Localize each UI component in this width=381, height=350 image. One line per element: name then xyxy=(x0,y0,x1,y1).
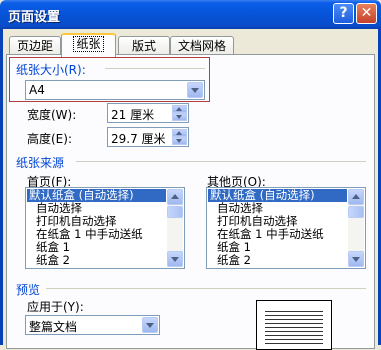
width-label: 宽度(W): xyxy=(27,108,77,122)
divider xyxy=(105,68,205,69)
spin-up-icon[interactable] xyxy=(172,105,187,113)
width-value: 21 厘米 xyxy=(111,108,155,122)
scrollbar[interactable] xyxy=(348,189,364,267)
scroll-up-icon[interactable] xyxy=(348,189,364,205)
first-page-list[interactable]: 默认纸盒 (自动选择) 自动选择 打印机自动选择 在纸盒 1 中手动送纸 纸盒 … xyxy=(25,187,185,269)
scroll-thumb[interactable] xyxy=(348,206,364,218)
spin-down-icon[interactable] xyxy=(172,137,187,145)
preview-line xyxy=(265,339,323,340)
width-spinner[interactable]: 21 厘米 xyxy=(107,103,189,123)
list-item[interactable]: 纸盒 2 xyxy=(27,254,166,267)
height-value: 29.7 厘米 xyxy=(111,132,166,146)
height-label: 高度(E): xyxy=(27,132,72,146)
tab-margins[interactable]: 页边距 xyxy=(9,36,61,55)
apply-to-label: 应用于(Y): xyxy=(27,300,84,314)
preview-line xyxy=(265,315,323,316)
paper-size-select[interactable]: A4 xyxy=(25,80,205,100)
preview-line xyxy=(265,311,323,312)
tab-label: 版式 xyxy=(131,39,156,53)
spin-down-icon[interactable] xyxy=(172,113,187,121)
close-button[interactable]: ✕ xyxy=(356,3,377,24)
help-button[interactable]: ? xyxy=(333,3,354,24)
divider xyxy=(46,288,366,289)
apply-to-select[interactable]: 整篇文档 xyxy=(25,315,160,335)
tab-label: 文档网格 xyxy=(177,39,226,53)
preview-line xyxy=(265,323,323,324)
apply-to-value: 整篇文档 xyxy=(29,320,78,334)
preview-line xyxy=(265,343,323,344)
paper-size-label: 纸张大小(R): xyxy=(16,63,86,77)
paper-source-label: 纸张来源 xyxy=(16,156,65,170)
other-pages-list[interactable]: 默认纸盒 (自动选择) 自动选择 打印机自动选择 在纸盒 1 中手动送纸 纸盒 … xyxy=(206,187,366,269)
divider xyxy=(76,161,366,162)
scroll-up-icon[interactable] xyxy=(167,189,183,205)
close-icon: ✕ xyxy=(360,5,373,21)
paper-size-value: A4 xyxy=(29,83,45,97)
tab-document-grid[interactable]: 文档网格 xyxy=(170,36,234,55)
preview-label: 预览 xyxy=(16,283,41,297)
window-frame-left xyxy=(0,29,3,345)
height-spinner[interactable]: 29.7 厘米 xyxy=(107,127,189,147)
help-icon: ? xyxy=(339,5,348,21)
tab-layout[interactable]: 版式 xyxy=(118,36,170,55)
list-item[interactable]: 纸盒 2 xyxy=(208,254,347,267)
preview-line xyxy=(265,331,323,332)
chevron-down-icon[interactable] xyxy=(187,82,203,98)
chevron-down-icon[interactable] xyxy=(142,317,158,333)
scrollbar[interactable] xyxy=(167,189,183,267)
tab-label: 页边距 xyxy=(16,39,53,53)
preview-line xyxy=(265,327,323,328)
spin-up-icon[interactable] xyxy=(172,129,187,137)
scroll-thumb[interactable] xyxy=(167,206,183,218)
scroll-down-icon[interactable] xyxy=(348,251,364,267)
title-bar[interactable]: 页面设置 ? ✕ xyxy=(0,0,381,29)
tab-label: 纸张 xyxy=(73,36,104,52)
page-preview xyxy=(256,300,332,350)
window-title: 页面设置 xyxy=(8,10,61,25)
preview-line xyxy=(265,335,323,336)
tab-paper[interactable]: 纸张 xyxy=(61,33,116,57)
preview-line xyxy=(265,319,323,320)
scroll-down-icon[interactable] xyxy=(167,251,183,267)
